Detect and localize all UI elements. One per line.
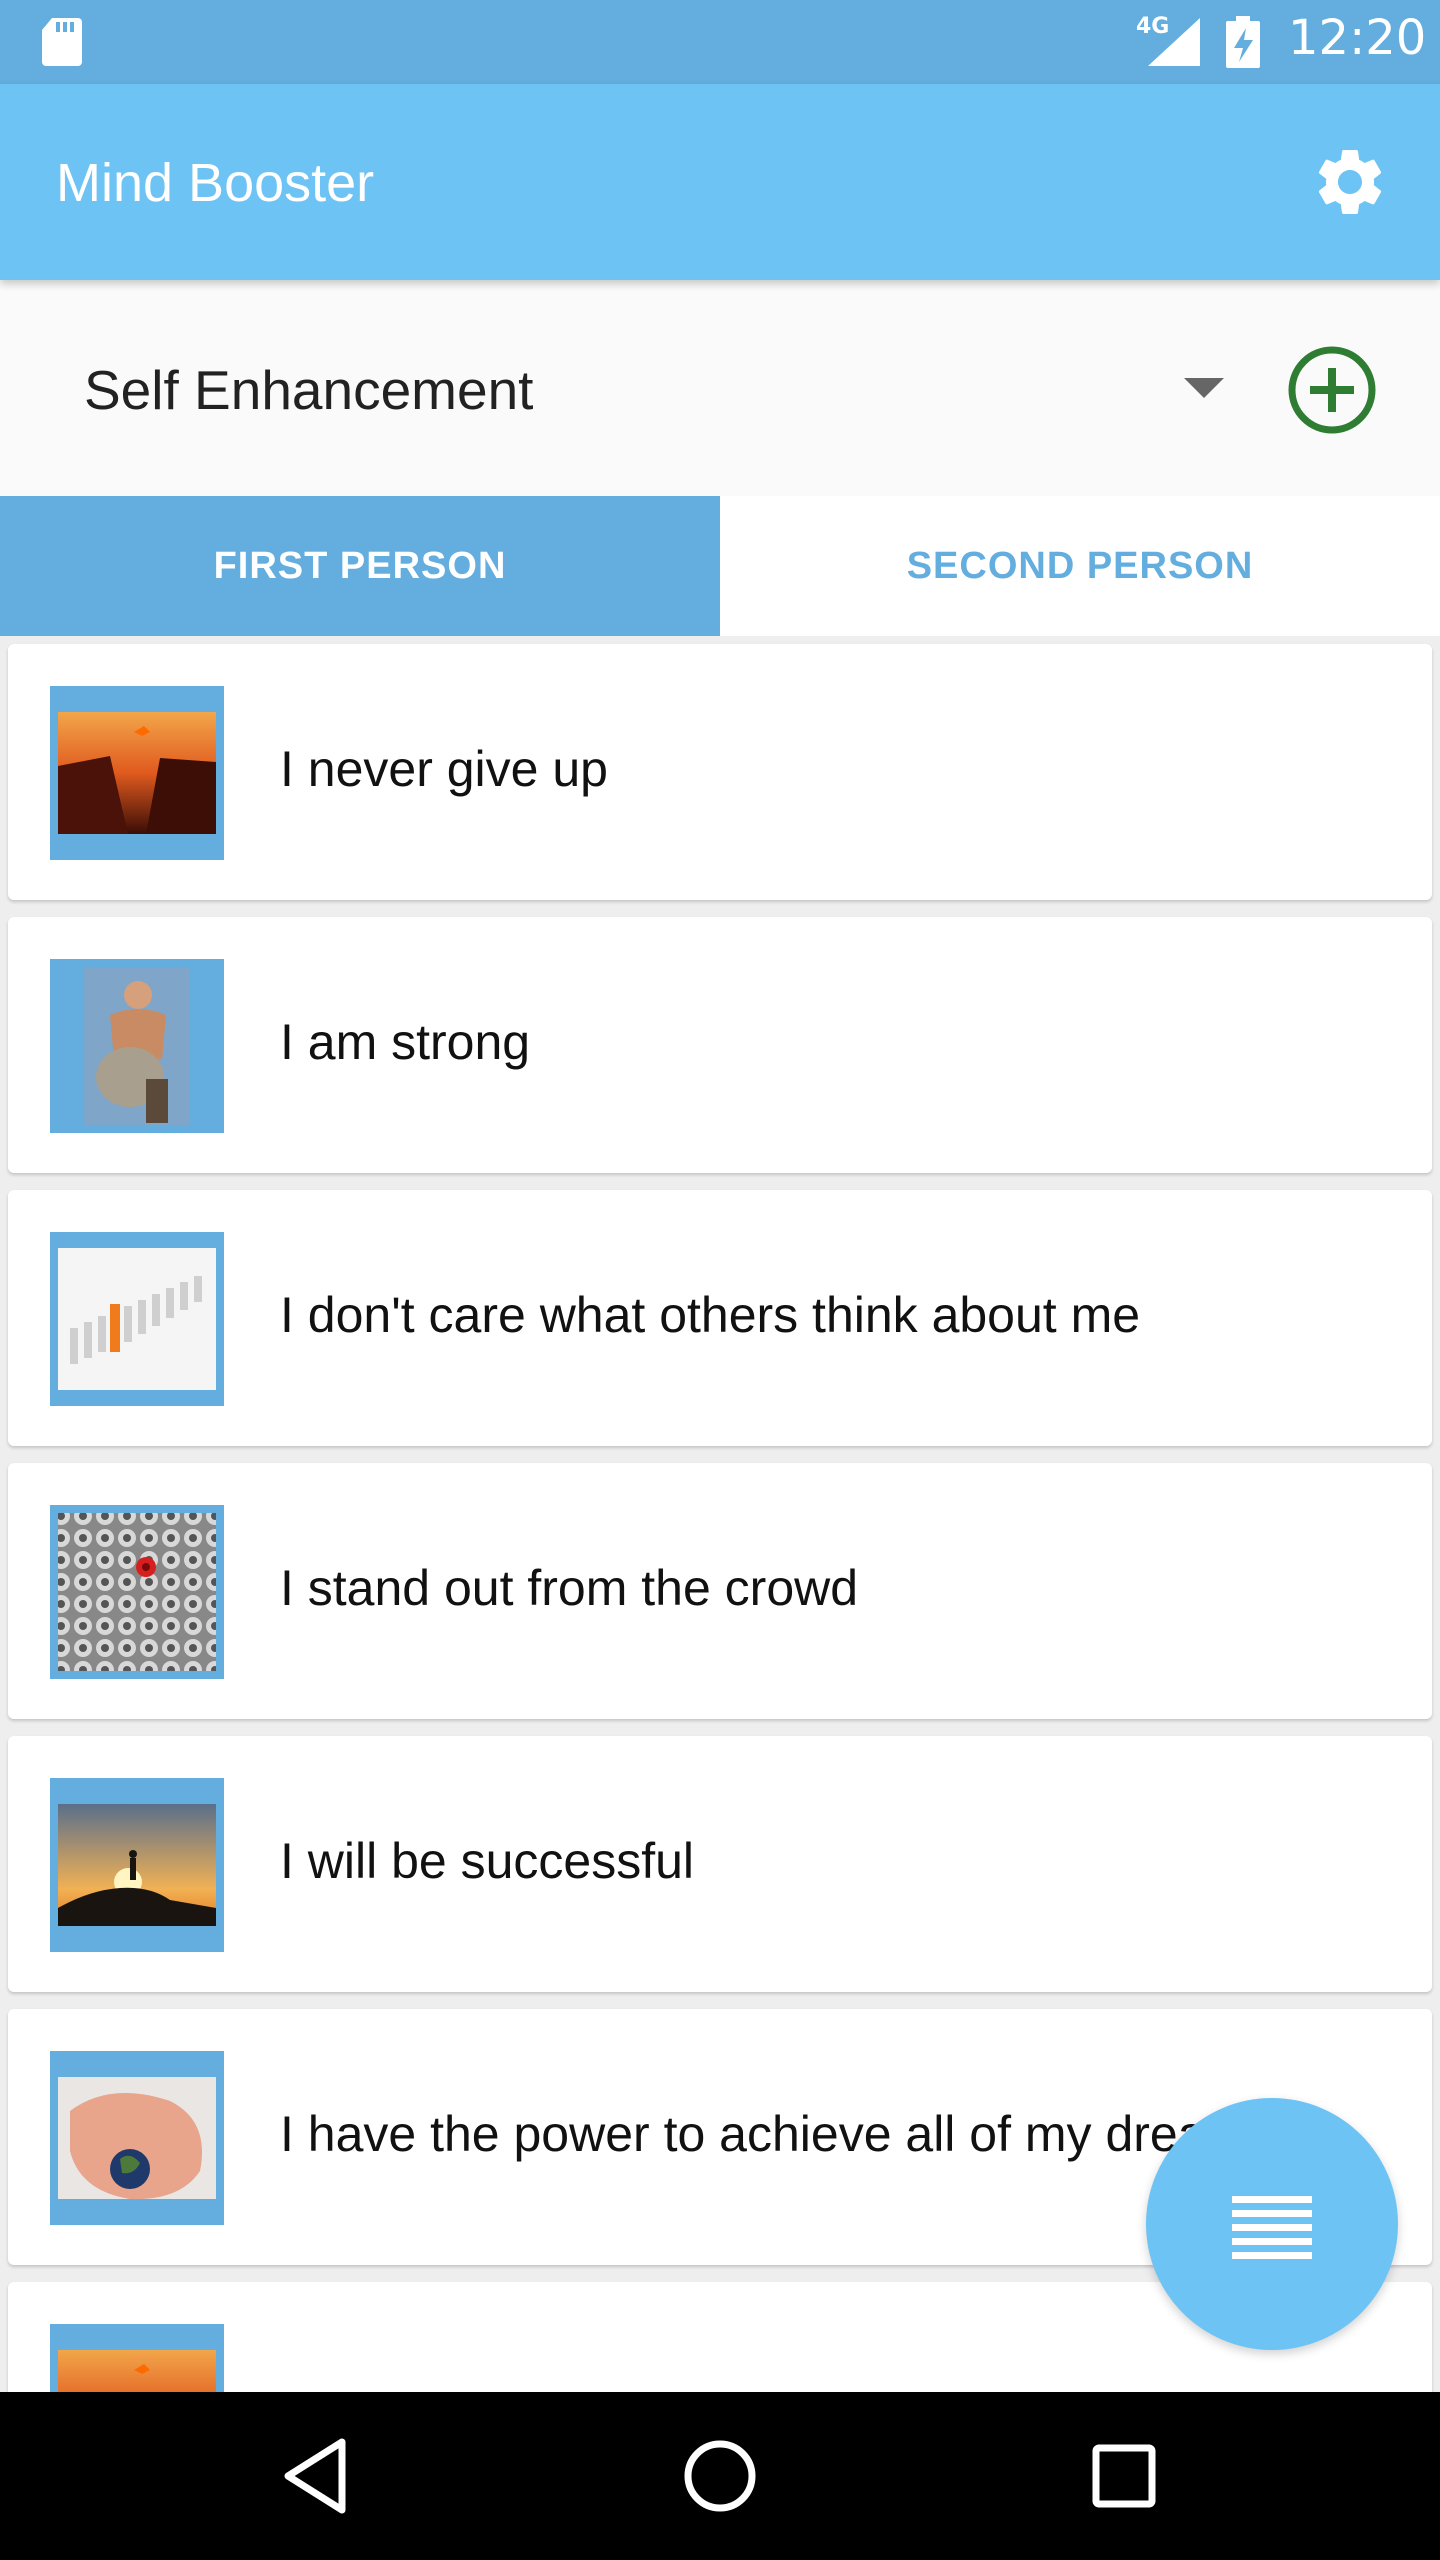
- battery-charging-icon: [1226, 16, 1260, 68]
- signal-icon: [1148, 18, 1200, 66]
- list-item[interactable]: I never give up: [8, 644, 1432, 900]
- tab-second-person[interactable]: SECOND PERSON: [720, 496, 1440, 636]
- clock: 12:20: [1288, 10, 1427, 66]
- canyon-jump-image: [58, 2350, 216, 2392]
- status-bar: 4G 12:20: [0, 0, 1440, 84]
- menu-fab-button[interactable]: [1146, 2098, 1398, 2350]
- affirmation-text: I will be successful: [280, 1833, 695, 1889]
- list-item[interactable]: I don't care what others think about me: [8, 1190, 1432, 1446]
- affirmation-thumbnail: [50, 1232, 224, 1406]
- hand-earth-image: [58, 2077, 216, 2200]
- home-circle-icon[interactable]: [680, 2436, 760, 2516]
- affirmation-thumbnail: [50, 1778, 224, 1952]
- affirmation-text: I don't care what others think about me: [280, 1287, 1141, 1343]
- navigation-bar: [0, 2392, 1440, 2560]
- crowd-figures-image: [58, 1248, 216, 1390]
- app-bar: Mind Booster: [0, 84, 1440, 280]
- affirmation-text: I have the power to achieve all of my dr…: [280, 2106, 1273, 2162]
- add-category-button[interactable]: [1286, 344, 1378, 436]
- strongman-image: [84, 967, 190, 1125]
- tab-first-person[interactable]: FIRST PERSON: [0, 496, 720, 636]
- category-bar: Self Enhancement: [0, 280, 1440, 496]
- category-dropdown[interactable]: Self Enhancement: [84, 356, 1244, 426]
- affirmation-thumbnail: [50, 686, 224, 860]
- affirmation-thumbnail: [50, 959, 224, 1133]
- affirmation-text: I am strong: [280, 1014, 531, 1070]
- affirmation-thumbnail: [50, 1505, 224, 1679]
- canyon-jump-image: [58, 712, 216, 834]
- recent-square-icon[interactable]: [1090, 2436, 1160, 2516]
- affirmation-text: I stand out from the crowd: [280, 1560, 859, 1616]
- list-icon: [1232, 2196, 1312, 2259]
- affirmation-text: I never give up: [280, 741, 608, 797]
- category-selected-value: Self Enhancement: [84, 359, 534, 421]
- tab-bar: FIRST PERSON SECOND PERSON: [0, 496, 1440, 636]
- settings-gear-icon[interactable]: [1310, 142, 1390, 222]
- sd-card-icon: [42, 18, 82, 66]
- list-item[interactable]: I am strong: [8, 917, 1432, 1173]
- dropdown-arrow-icon: [1184, 378, 1224, 398]
- mountain-sunset-image: [58, 1804, 216, 1926]
- affirmation-thumbnail: [50, 2324, 224, 2392]
- app-title: Mind Booster: [56, 153, 375, 213]
- affirmation-thumbnail: [50, 2051, 224, 2225]
- screen: 4G 12:20 Mind Booster Self Enhancement F…: [0, 0, 1440, 2560]
- list-item[interactable]: I will be successful: [8, 1736, 1432, 1992]
- list-item[interactable]: I stand out from the crowd: [8, 1463, 1432, 1719]
- nuts-pattern-image: [58, 1513, 216, 1671]
- back-triangle-icon[interactable]: [280, 2436, 350, 2516]
